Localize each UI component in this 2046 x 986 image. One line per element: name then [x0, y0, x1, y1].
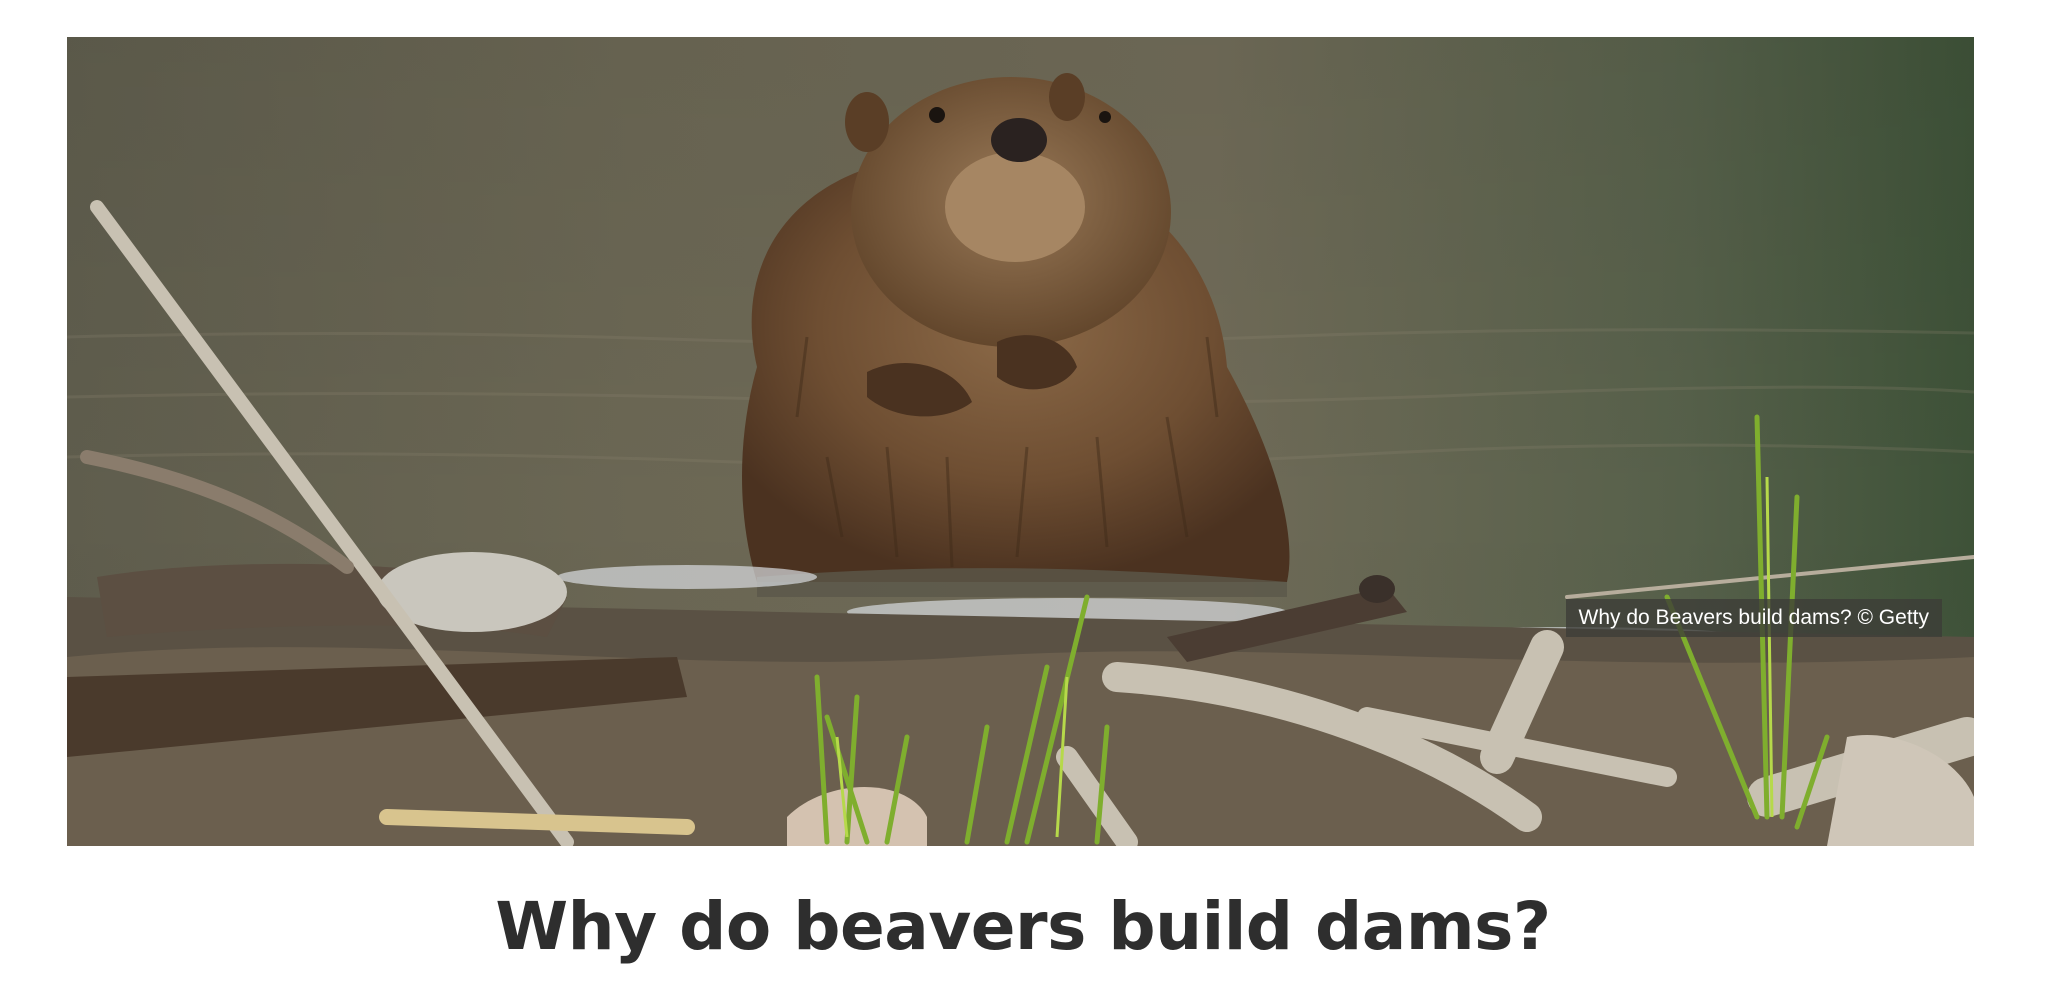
hero-image: Why do Beavers build dams? © Getty [67, 37, 1974, 846]
page-title: Why do beavers build dams? [495, 888, 1551, 965]
beaver-photo [67, 37, 1974, 846]
article-page: Why do Beavers build dams? © Getty Why d… [0, 0, 2046, 986]
image-caption: Why do Beavers build dams? © Getty [1565, 599, 1942, 637]
